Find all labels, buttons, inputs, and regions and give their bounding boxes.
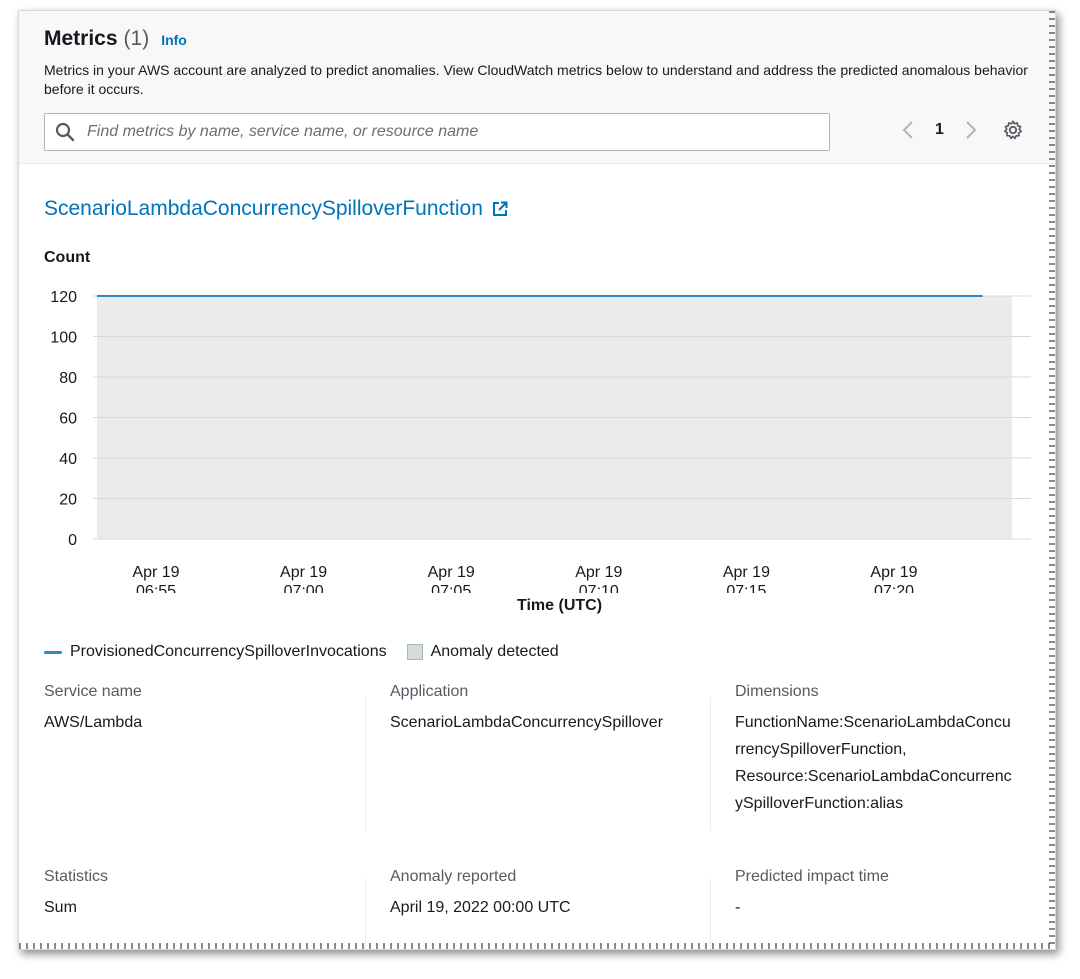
x-tick-label: Apr 19 bbox=[132, 564, 179, 581]
divider bbox=[710, 879, 711, 949]
dimensions-value: FunctionName:ScenarioLambdaConcu rrencyS… bbox=[735, 709, 1045, 817]
search-icon bbox=[55, 122, 75, 142]
service-name-value: AWS/Lambda bbox=[44, 714, 143, 731]
x-tick-label: Apr 19 bbox=[280, 564, 327, 581]
dimensions-field: Dimensions FunctionName:ScenarioLambdaCo… bbox=[735, 683, 1045, 817]
anomaly-reported-label: Anomaly reported bbox=[390, 868, 517, 885]
divider bbox=[365, 697, 366, 831]
y-tick-label: 40 bbox=[59, 451, 77, 468]
y-axis-label: Count bbox=[44, 249, 91, 266]
statistics-field: Statistics Sum bbox=[44, 868, 364, 921]
service-name-field: Service name AWS/Lambda bbox=[44, 683, 364, 736]
page-number[interactable]: 1 bbox=[935, 121, 944, 139]
statistics-value: Sum bbox=[44, 899, 77, 916]
x-tick-label: 07:15 bbox=[726, 583, 766, 593]
chevron-left-icon bbox=[902, 121, 913, 139]
x-tick-label: Apr 19 bbox=[870, 564, 917, 581]
y-tick-label: 120 bbox=[50, 289, 77, 306]
x-tick-label: 07:05 bbox=[431, 583, 471, 593]
legend-series-label: ProvisionedConcurrencySpilloverInvocatio… bbox=[70, 643, 387, 660]
predicted-impact-value: - bbox=[735, 899, 741, 916]
info-link[interactable]: Info bbox=[161, 32, 187, 48]
prev-page-button[interactable] bbox=[899, 119, 917, 141]
dimensions-line: rrencySpilloverFunction, bbox=[735, 741, 907, 758]
divider bbox=[365, 879, 366, 949]
x-tick-label: Apr 19 bbox=[428, 564, 475, 581]
chevron-right-icon bbox=[966, 121, 977, 139]
service-name-label: Service name bbox=[44, 683, 142, 700]
y-tick-label: 0 bbox=[68, 532, 77, 549]
predicted-impact-field: Predicted impact time - bbox=[735, 868, 1055, 921]
x-tick-label: 06:55 bbox=[136, 583, 176, 593]
legend-line-swatch bbox=[44, 650, 62, 654]
x-tick-label: 07:20 bbox=[874, 583, 914, 593]
metric-chart: 120 100 80 60 40 20 0 Apr 19 06:55 Apr 19 07:00 Apr… bbox=[50, 289, 1031, 593]
anomaly-reported-field: Anomaly reported April 19, 2022 00:00 UT… bbox=[390, 868, 710, 921]
next-page-button[interactable] bbox=[962, 119, 980, 141]
anomaly-reported-value: April 19, 2022 00:00 UTC bbox=[390, 899, 571, 916]
torn-edge bbox=[19, 943, 1055, 949]
x-tick-label: Apr 19 bbox=[575, 564, 622, 581]
divider bbox=[710, 697, 711, 831]
torn-edge bbox=[1049, 11, 1055, 949]
external-link-icon bbox=[492, 201, 508, 216]
statistics-label: Statistics bbox=[44, 868, 109, 885]
pagination: 1 bbox=[899, 119, 1024, 141]
gear-icon[interactable] bbox=[1002, 119, 1024, 141]
search-box[interactable] bbox=[44, 113, 830, 151]
dimensions-line: Resource:ScenarioLambdaConcurrenc bbox=[735, 768, 1012, 785]
x-tick-label: 07:10 bbox=[579, 583, 619, 593]
metrics-count: (1) bbox=[123, 27, 150, 50]
page-title: Metrics bbox=[44, 27, 118, 50]
x-tick-label: Apr 19 bbox=[723, 564, 770, 581]
legend-anomaly-swatch bbox=[406, 644, 423, 660]
x-axis-label: Time (UTC) bbox=[517, 597, 603, 614]
metric-name-link[interactable]: ScenarioLambdaConcurrencySpilloverFuncti… bbox=[44, 197, 509, 221]
application-field: Application ScenarioLambdaConcurrencySpi… bbox=[390, 683, 710, 736]
dimensions-line: FunctionName:ScenarioLambdaConcu bbox=[735, 714, 1011, 731]
y-tick-label: 60 bbox=[59, 411, 77, 428]
title-row: Metrics (1) Info bbox=[44, 27, 187, 51]
x-tick-label: 07:00 bbox=[284, 583, 324, 593]
search-input[interactable] bbox=[85, 122, 809, 142]
y-tick-label: 20 bbox=[59, 492, 77, 509]
dimensions-label: Dimensions bbox=[735, 683, 819, 700]
metric-name: ScenarioLambdaConcurrencySpilloverFuncti… bbox=[44, 197, 483, 220]
legend-anomaly-label: Anomaly detected bbox=[430, 643, 559, 660]
metrics-panel: Metrics (1) Info Metrics in your AWS acc… bbox=[18, 10, 1056, 950]
y-tick-label: 100 bbox=[50, 330, 77, 347]
dimensions-line: ySpilloverFunction:alias bbox=[735, 795, 904, 812]
metrics-header: Metrics (1) Info Metrics in your AWS acc… bbox=[19, 11, 1055, 164]
application-label: Application bbox=[390, 683, 469, 700]
y-tick-label: 80 bbox=[59, 370, 77, 387]
metrics-description: Metrics in your AWS account are analyzed… bbox=[44, 62, 1028, 97]
chart-legend: ProvisionedConcurrencySpilloverInvocatio… bbox=[44, 643, 559, 661]
application-value: ScenarioLambdaConcurrencySpillover bbox=[390, 714, 664, 731]
predicted-impact-label: Predicted impact time bbox=[735, 868, 889, 885]
